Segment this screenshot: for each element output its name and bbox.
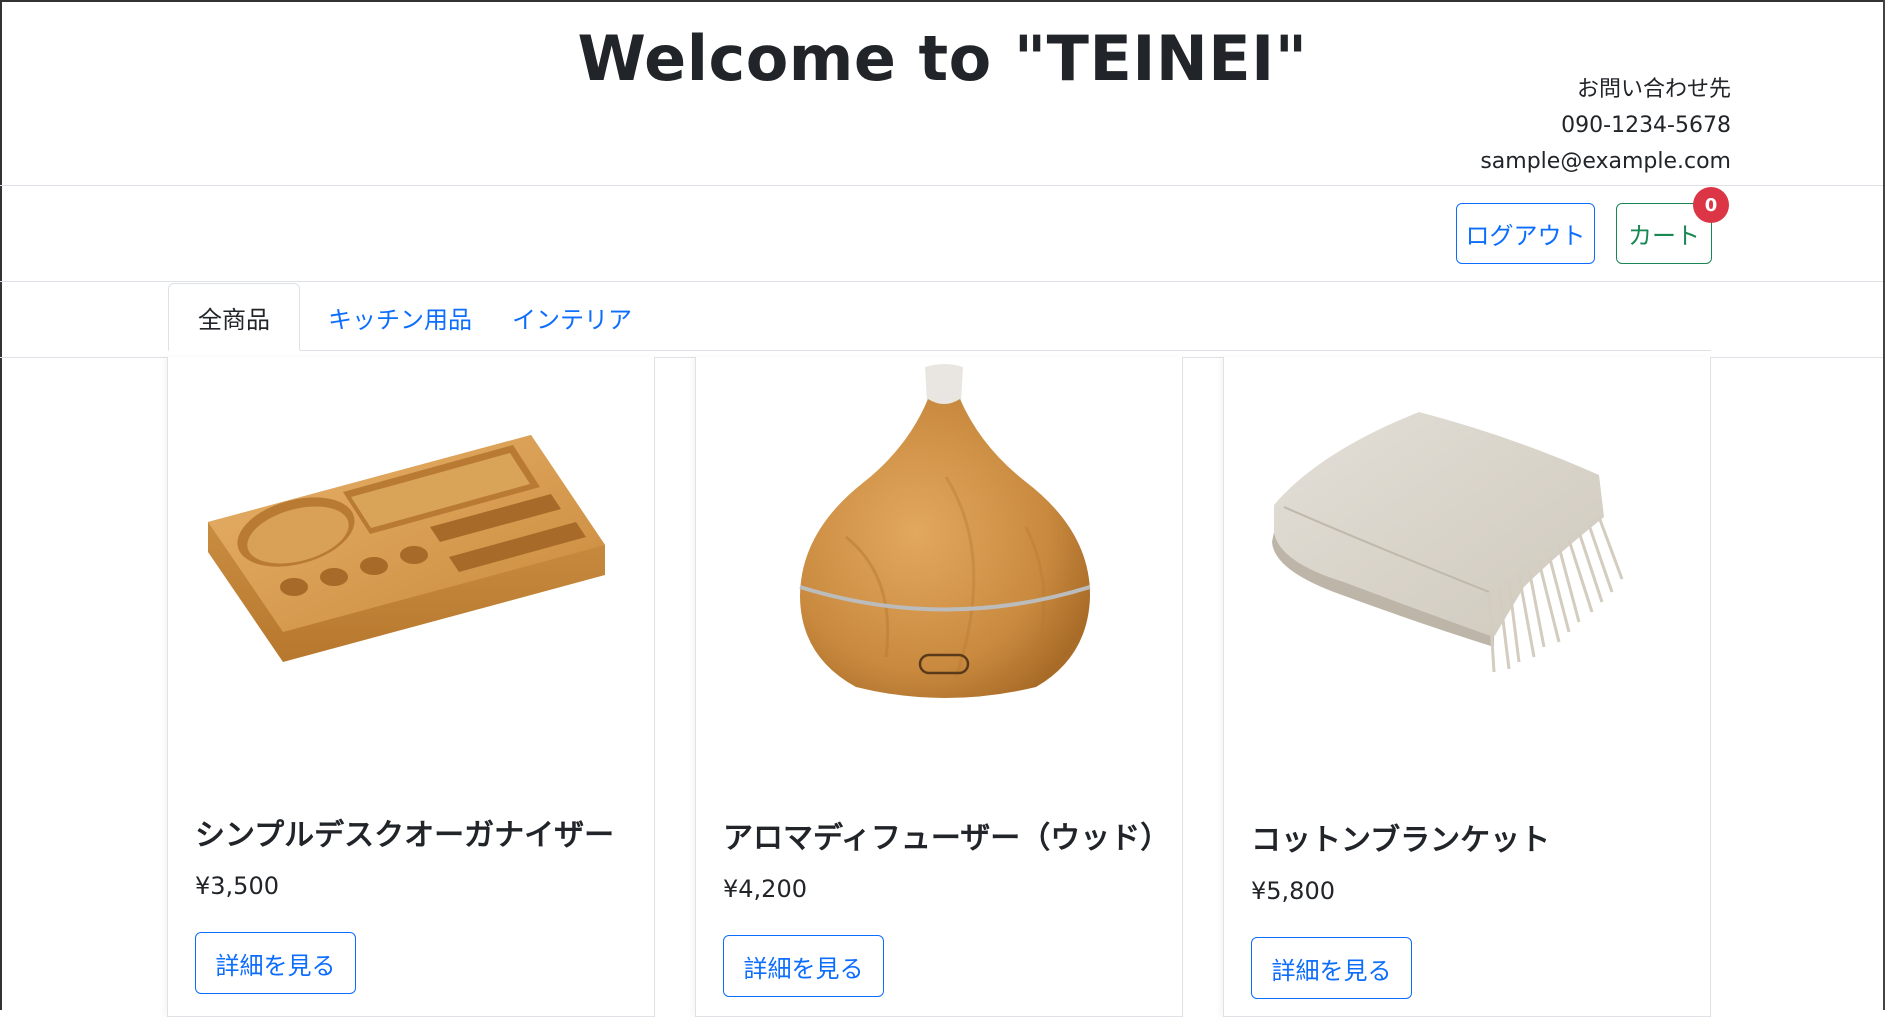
- cart-count-badge: 0: [1693, 187, 1729, 223]
- desk-organizer-image: [208, 435, 605, 662]
- logout-button[interactable]: ログアウト: [1456, 203, 1595, 264]
- contact-email: sample@example.com: [1480, 149, 1731, 174]
- tab-interior[interactable]: インテリア: [512, 283, 632, 351]
- product-card: コットンブランケット ¥5,800 詳細を見る: [1223, 357, 1711, 1017]
- product-price: ¥5,800: [1251, 877, 1335, 905]
- product-name: コットンブランケット: [1251, 823, 1551, 858]
- view-details-button[interactable]: 詳細を見る: [1251, 937, 1412, 999]
- header-divider: [0, 185, 1883, 186]
- product-price: ¥3,500: [195, 872, 279, 900]
- view-details-button[interactable]: 詳細を見る: [723, 935, 884, 997]
- product-name: シンプルデスクオーガナイザー: [195, 818, 615, 853]
- window-left-border: [0, 0, 2, 1010]
- product-price: ¥4,200: [723, 875, 807, 903]
- contact-phone: 090-1234-5678: [1561, 113, 1731, 138]
- aroma-diffuser-image: [799, 364, 1091, 698]
- tab-kitchen[interactable]: キッチン用品: [328, 283, 472, 351]
- navbar-divider: [0, 281, 1883, 282]
- window-top-border: [0, 0, 1885, 2]
- contact-label: お問い合わせ先: [1576, 77, 1731, 102]
- cotton-blanket-image: [1272, 412, 1624, 673]
- tab-all-products[interactable]: 全商品: [168, 283, 300, 351]
- product-card: アロマディフューザー（ウッド） ¥4,200 詳細を見る: [695, 357, 1183, 1017]
- contact-info: お問い合わせ先 090-1234-5678 sample@example.com: [1480, 72, 1731, 180]
- product-name: アロマディフューザー（ウッド）: [723, 821, 1171, 856]
- view-details-button[interactable]: 詳細を見る: [195, 932, 356, 994]
- product-card: シンプルデスクオーガナイザー ¥3,500 詳細を見る: [167, 357, 655, 1017]
